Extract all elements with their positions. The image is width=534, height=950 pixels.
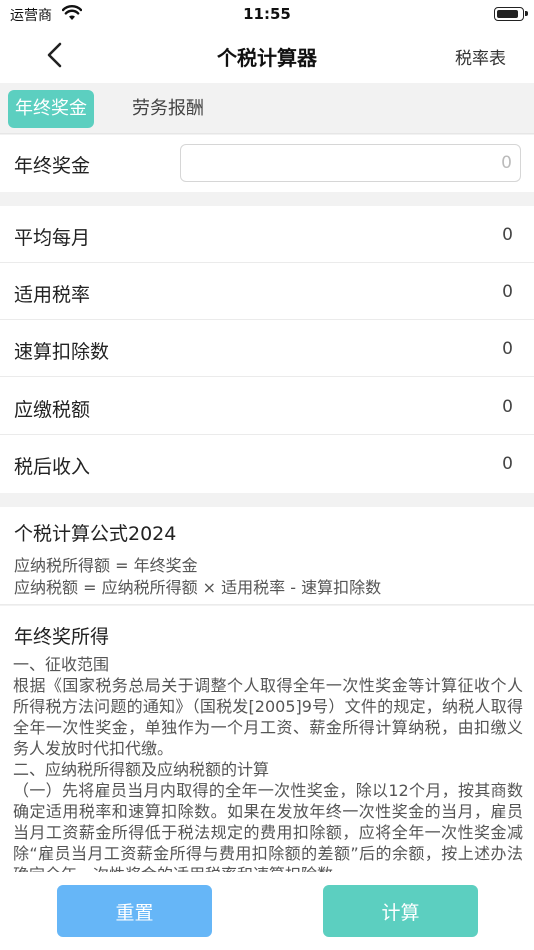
result-label: 适用税率 xyxy=(14,284,91,306)
tab-bar: 年终奖金 劳务报酬 xyxy=(0,84,534,134)
tax-rate-table-link[interactable]: 税率表 xyxy=(455,44,506,69)
formula-section: 个税计算公式2024 应纳税所得额 = 年终奖金 应纳税额 = 应纳税所得额 ×… xyxy=(0,507,534,605)
reset-button[interactable]: 重置 xyxy=(57,885,212,937)
bonus-input-row: 年终奖金 xyxy=(0,135,534,192)
result-label: 应缴税额 xyxy=(14,399,91,421)
formula-line: 应纳税所得额 = 年终奖金 xyxy=(14,556,198,575)
page-title: 个税计算器 xyxy=(217,46,317,70)
result-value: 0 xyxy=(502,339,513,359)
result-value: 0 xyxy=(502,454,513,474)
calculate-button[interactable]: 计算 xyxy=(323,885,478,937)
detail-body: 一、征收范围 根据《国家税务总局关于调整个人取得全年一次性奖金等计算征收个人所得… xyxy=(13,654,523,872)
detail-paragraph: 二、应纳税所得额及应纳税额的计算 xyxy=(13,760,270,779)
result-value: 0 xyxy=(502,397,513,417)
nav-bar: 个税计算器 税率表 xyxy=(0,28,534,83)
result-label: 速算扣除数 xyxy=(14,341,110,363)
result-row-quick-deduction: 速算扣除数 0 xyxy=(0,320,534,377)
detail-paragraph: （一）先将雇员当月内取得的全年一次性奖金，除以12个月，按其商数确定适用税率和速… xyxy=(13,781,523,872)
detail-section: 年终奖所得 一、征收范围 根据《国家税务总局关于调整个人取得全年一次性奖金等计算… xyxy=(0,606,534,872)
detail-paragraph: 一、征收范围 xyxy=(13,655,110,674)
tab-labor-remuneration[interactable]: 劳务报酬 xyxy=(125,90,211,128)
results-list: 平均每月 0 适用税率 0 速算扣除数 0 应缴税额 0 税后收入 0 xyxy=(0,206,534,493)
result-value: 0 xyxy=(502,225,513,245)
detail-paragraph: 根据《国家税务总局关于调整个人取得全年一次性奖金等计算征收个人所得税方法问题的通… xyxy=(13,676,523,758)
result-label: 税后收入 xyxy=(14,456,91,478)
result-row-tax-payable: 应缴税额 0 xyxy=(0,378,534,435)
result-value: 0 xyxy=(502,282,513,302)
result-label: 平均每月 xyxy=(14,227,91,249)
detail-title: 年终奖所得 xyxy=(14,626,110,648)
bottom-action-bar: 重置 计算 xyxy=(0,872,534,950)
carrier-label: 运营商 xyxy=(10,8,52,24)
bonus-amount-input[interactable] xyxy=(180,144,521,182)
result-row-monthly-average: 平均每月 0 xyxy=(0,206,534,263)
result-row-tax-rate: 适用税率 0 xyxy=(0,263,534,320)
status-bar: 运营商 11:55 xyxy=(0,0,534,28)
tab-year-end-bonus[interactable]: 年终奖金 xyxy=(8,90,94,128)
result-row-after-tax-income: 税后收入 0 xyxy=(0,435,534,492)
battery-icon xyxy=(494,7,528,21)
bonus-input-label: 年终奖金 xyxy=(14,155,91,177)
back-icon[interactable] xyxy=(44,40,66,70)
formula-line: 应纳税额 = 应纳税所得额 × 适用税率 - 速算扣除数 xyxy=(14,578,382,597)
wifi-icon xyxy=(62,5,82,20)
formula-title: 个税计算公式2024 xyxy=(14,523,177,545)
